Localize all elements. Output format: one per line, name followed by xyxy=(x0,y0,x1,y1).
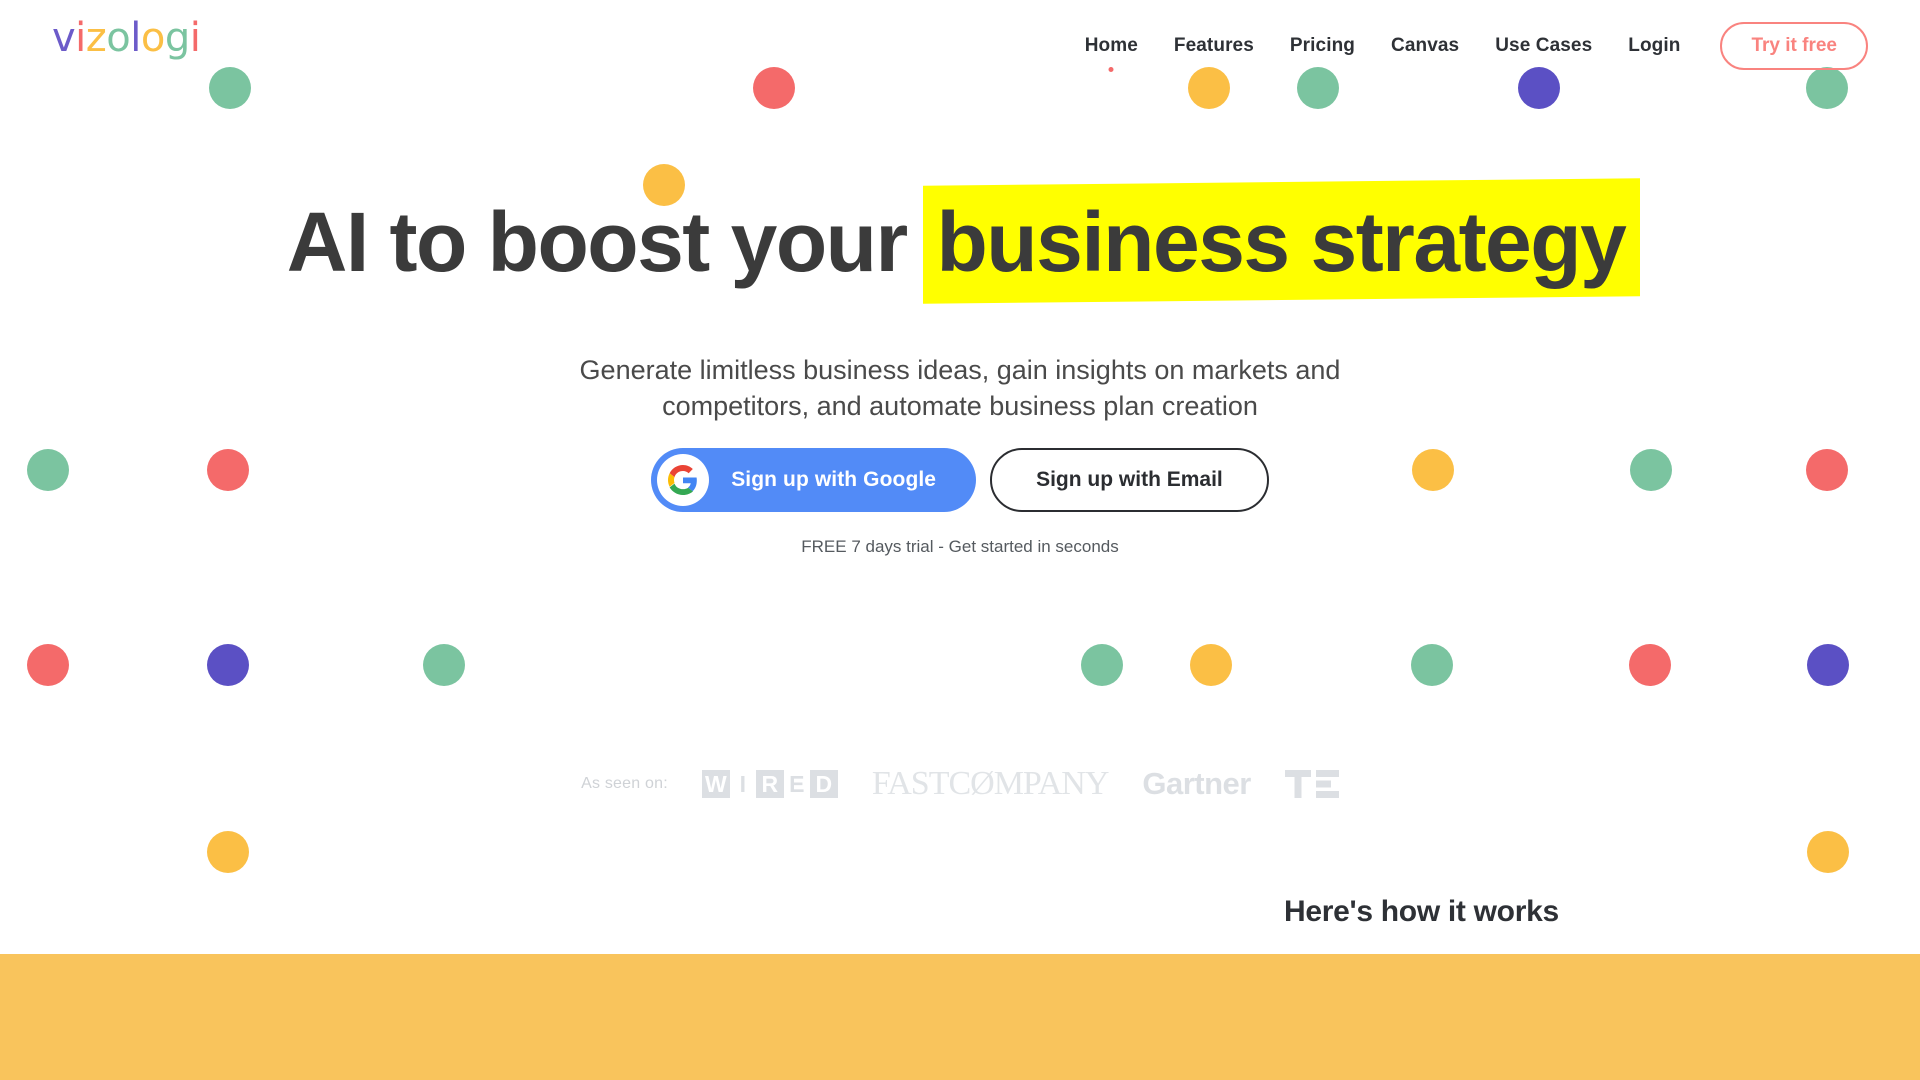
headline-highlight: business strategy xyxy=(929,198,1634,286)
nav-item-use-cases[interactable]: Use Cases xyxy=(1477,27,1610,65)
nav-item-features[interactable]: Features xyxy=(1156,27,1272,65)
nav-item-login[interactable]: Login xyxy=(1610,27,1698,65)
headline-prefix: AI to boost your xyxy=(286,195,929,289)
decorative-dot xyxy=(423,644,465,686)
cookie-consent-banner: This web app uses cookies to compile sta… xyxy=(0,954,1920,1080)
techcrunch-logo xyxy=(1284,770,1339,798)
wired-letter-d: D xyxy=(809,770,838,798)
cta-button-row: Sign up with Google Sign up with Email xyxy=(0,448,1920,512)
brand-logo-letter-3: o xyxy=(106,15,131,61)
gartner-logo: Gartner xyxy=(1142,766,1251,801)
fast-company-logo: FASTCØMPANY xyxy=(871,765,1110,802)
trial-note: FREE 7 days trial - Get started in secon… xyxy=(801,537,1119,556)
signup-google-button[interactable]: Sign up with Google xyxy=(651,448,977,512)
hero-subtitle-line-1: Generate limitless business ideas, gain … xyxy=(579,355,1341,385)
decorative-dot xyxy=(1411,644,1453,686)
google-icon xyxy=(657,454,710,506)
as-seen-on-label: As seen on: xyxy=(581,775,668,792)
signup-email-button[interactable]: Sign up with Email xyxy=(990,448,1269,512)
landing-page: vizologi Home Features Pricing Canvas Use Ca… xyxy=(0,0,1920,1080)
wired-logo: W I R E D xyxy=(701,770,838,798)
brand-logo-letter-7: i xyxy=(189,15,201,61)
how-it-works-heading: Here's how it works xyxy=(1284,895,1559,928)
brand-logo-letter-5: o xyxy=(140,15,165,61)
wired-letter-r: R xyxy=(755,770,784,798)
decorative-dot xyxy=(1081,644,1123,686)
primary-navigation: Home Features Pricing Canvas Use Cases Login T… xyxy=(1067,22,1868,70)
social-proof-row: As seen on: W I R E D FASTCØMPANY Gartne… xyxy=(0,765,1920,803)
decorative-dot xyxy=(1807,831,1849,873)
nav-item-pricing[interactable]: Pricing xyxy=(1272,27,1373,65)
signup-google-label: Sign up with Google xyxy=(731,468,937,491)
nav-item-canvas[interactable]: Canvas xyxy=(1373,27,1477,65)
brand-logo-letter-0: v xyxy=(52,15,76,61)
brand-logo-letter-1: i xyxy=(75,15,86,61)
brand-logo-letter-6: g xyxy=(164,15,190,61)
brand-logo-letter-2: z xyxy=(85,15,107,61)
wired-letter-i: I xyxy=(739,770,747,797)
decorative-dot xyxy=(207,644,249,686)
nav-item-home[interactable]: Home xyxy=(1067,27,1156,65)
decorative-dot xyxy=(1807,644,1849,686)
decorative-dot xyxy=(207,831,249,873)
decorative-dot xyxy=(27,644,69,686)
wired-letter-e: E xyxy=(789,770,805,797)
brand-logo-letter-4: l xyxy=(130,15,141,61)
site-header: vizologi Home Features Pricing Canvas Use Ca… xyxy=(0,0,1920,82)
try-it-free-button[interactable]: Try it free xyxy=(1720,22,1868,70)
page-title: AI to boost your business strategy xyxy=(0,198,1920,286)
decorative-dot xyxy=(1190,644,1232,686)
wired-letter-w: W xyxy=(701,770,730,798)
hero-subtitle: Generate limitless business ideas, gain … xyxy=(0,352,1920,425)
brand-logo[interactable]: vizologi xyxy=(52,15,201,61)
hero-subtitle-line-2: competitors, and automate business plan … xyxy=(662,391,1258,422)
decorative-dot xyxy=(1629,644,1671,686)
